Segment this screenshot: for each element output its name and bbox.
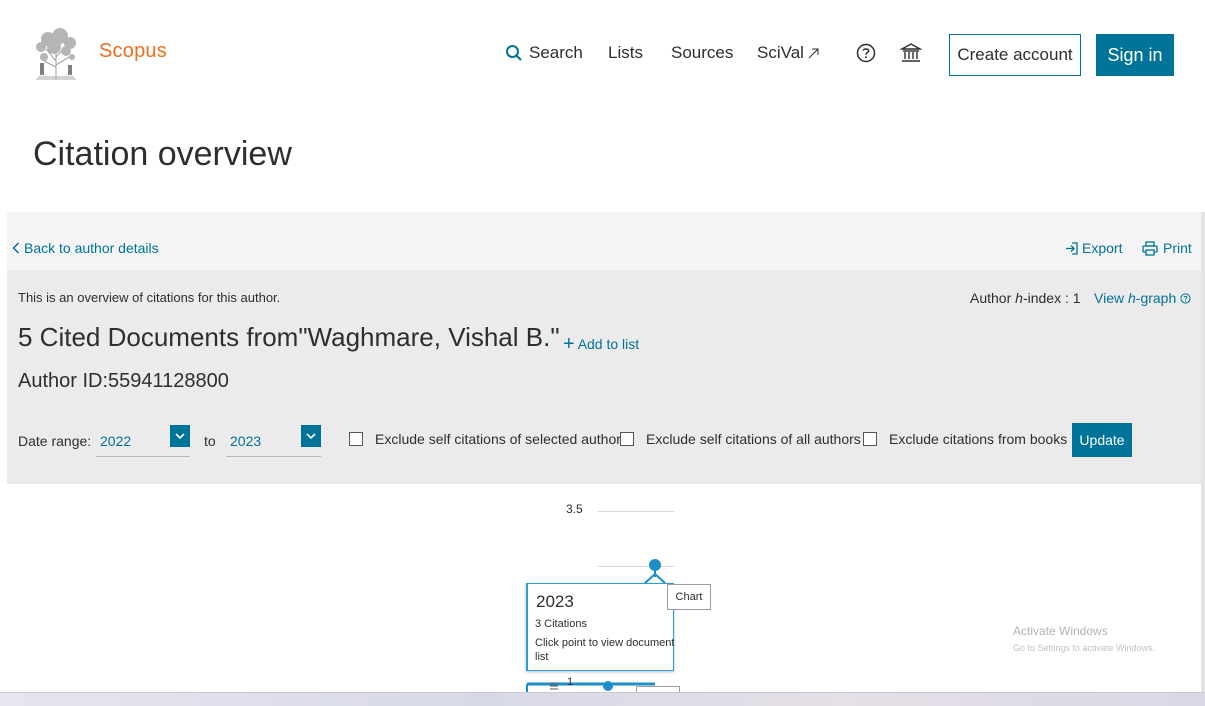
h-index-letter: h xyxy=(1015,290,1023,306)
sign-in-button[interactable]: Sign in xyxy=(1096,34,1174,76)
author-id: Author ID:55941128800 xyxy=(18,370,229,392)
chart-point-lower[interactable] xyxy=(603,681,613,691)
plus-icon: + xyxy=(563,333,575,355)
back-link-label: Back to author details xyxy=(24,240,159,256)
tooltip-citations: 3 Citations xyxy=(535,618,587,630)
exclude-books-label: Exclude citations from books xyxy=(889,431,1068,447)
date-from-value: 2022 xyxy=(100,433,132,449)
date-from-select[interactable]: 2022 xyxy=(96,425,190,457)
scrollbar[interactable] xyxy=(1201,212,1205,692)
gridline xyxy=(598,511,674,512)
h-graph-label: View h-graph xyxy=(1094,290,1176,306)
activate-windows-title: Activate Windows xyxy=(1013,624,1108,638)
checkbox-box[interactable] xyxy=(349,432,363,446)
add-to-list-button[interactable]: + Add to list xyxy=(563,333,640,355)
exclude-self-all-label: Exclude self citations of all authors xyxy=(646,431,861,447)
y-tick-top: 3.5 xyxy=(566,502,583,516)
elsevier-logo[interactable] xyxy=(30,27,82,81)
date-range-label: Date range: xyxy=(18,433,92,449)
nav-search-label: Search xyxy=(529,43,583,62)
print-label: Print xyxy=(1163,240,1192,256)
site-header: Scopus Search Lists Sources SciVal Creat… xyxy=(0,0,1205,112)
print-button[interactable]: Print xyxy=(1142,240,1192,256)
action-bar: Back to author details Export Print xyxy=(7,212,1205,270)
nav-scival[interactable]: SciVal xyxy=(757,43,819,63)
gridline xyxy=(598,566,674,567)
h-graph-letter: h xyxy=(1127,290,1136,306)
nav-sources[interactable]: Sources xyxy=(671,43,733,63)
h-graph-suffix: -graph xyxy=(1135,290,1177,306)
export-button[interactable]: Export xyxy=(1065,240,1122,256)
y-tick-bottom: 1 xyxy=(567,676,574,688)
external-link-icon xyxy=(808,48,819,58)
chevron-down-icon xyxy=(301,425,321,447)
date-to-label: to xyxy=(204,433,216,449)
nav-scival-label: SciVal xyxy=(757,43,804,62)
h-index-prefix: Author xyxy=(970,290,1016,306)
nav-lists[interactable]: Lists xyxy=(608,43,643,63)
exclude-self-all-checkbox[interactable]: Exclude self citations of all authors xyxy=(620,431,861,447)
view-h-graph-link[interactable]: View h-graph xyxy=(1094,290,1191,306)
nav-search[interactable]: Search xyxy=(505,43,583,63)
os-taskbar xyxy=(0,692,1205,706)
export-icon xyxy=(1066,241,1078,255)
print-icon xyxy=(1142,240,1158,256)
checkbox-box[interactable] xyxy=(620,432,634,446)
help-icon[interactable] xyxy=(855,42,877,64)
date-to-select[interactable]: 2023 xyxy=(226,425,321,457)
tooltip-year: 2023 xyxy=(536,592,574,611)
scopus-brand[interactable]: Scopus xyxy=(99,40,167,63)
exclude-books-checkbox[interactable]: Exclude citations from books xyxy=(863,431,1067,447)
search-icon xyxy=(506,45,522,61)
date-to-value: 2023 xyxy=(230,433,262,449)
chart-menu-icon[interactable] xyxy=(548,680,560,692)
cited-documents-title: 5 Cited Documents from"Waghmare, Vishal … xyxy=(18,322,560,352)
help-icon xyxy=(1180,292,1191,304)
page-title: Citation overview xyxy=(33,135,292,173)
back-to-author-link[interactable]: Back to author details xyxy=(12,240,159,256)
tooltip-hint: Click point to view document list xyxy=(535,637,675,663)
h-index-value: -index : 1 xyxy=(1022,290,1081,306)
add-to-list-label: Add to list xyxy=(577,336,640,352)
activate-windows-subtitle: Go to Settings to activate Windows. xyxy=(1013,643,1156,653)
export-label: Export xyxy=(1082,240,1123,256)
checkbox-box[interactable] xyxy=(863,432,877,446)
update-button[interactable]: Update xyxy=(1072,423,1132,457)
h-graph-prefix: View xyxy=(1094,290,1128,306)
exclude-self-selected-checkbox[interactable]: Exclude self citations of selected autho… xyxy=(349,431,621,447)
chart-stem xyxy=(644,572,666,584)
overview-intro: This is an overview of citations for thi… xyxy=(18,290,281,305)
chevron-down-icon xyxy=(170,425,190,447)
chart-tooltip: 2023 3 Citations Click point to view doc… xyxy=(526,583,674,671)
citation-overview-panel: This is an overview of citations for thi… xyxy=(7,270,1203,484)
exclude-self-selected-label: Exclude self citations of selected autho… xyxy=(375,431,621,447)
chevron-left-icon xyxy=(12,242,20,254)
chart-accessibility-label: Chart xyxy=(667,584,711,610)
institution-icon[interactable] xyxy=(900,42,922,64)
create-account-button[interactable]: Create account xyxy=(949,34,1081,76)
author-h-index: Author h-index : 1 xyxy=(970,290,1081,306)
chart-point-2023[interactable] xyxy=(648,558,662,574)
